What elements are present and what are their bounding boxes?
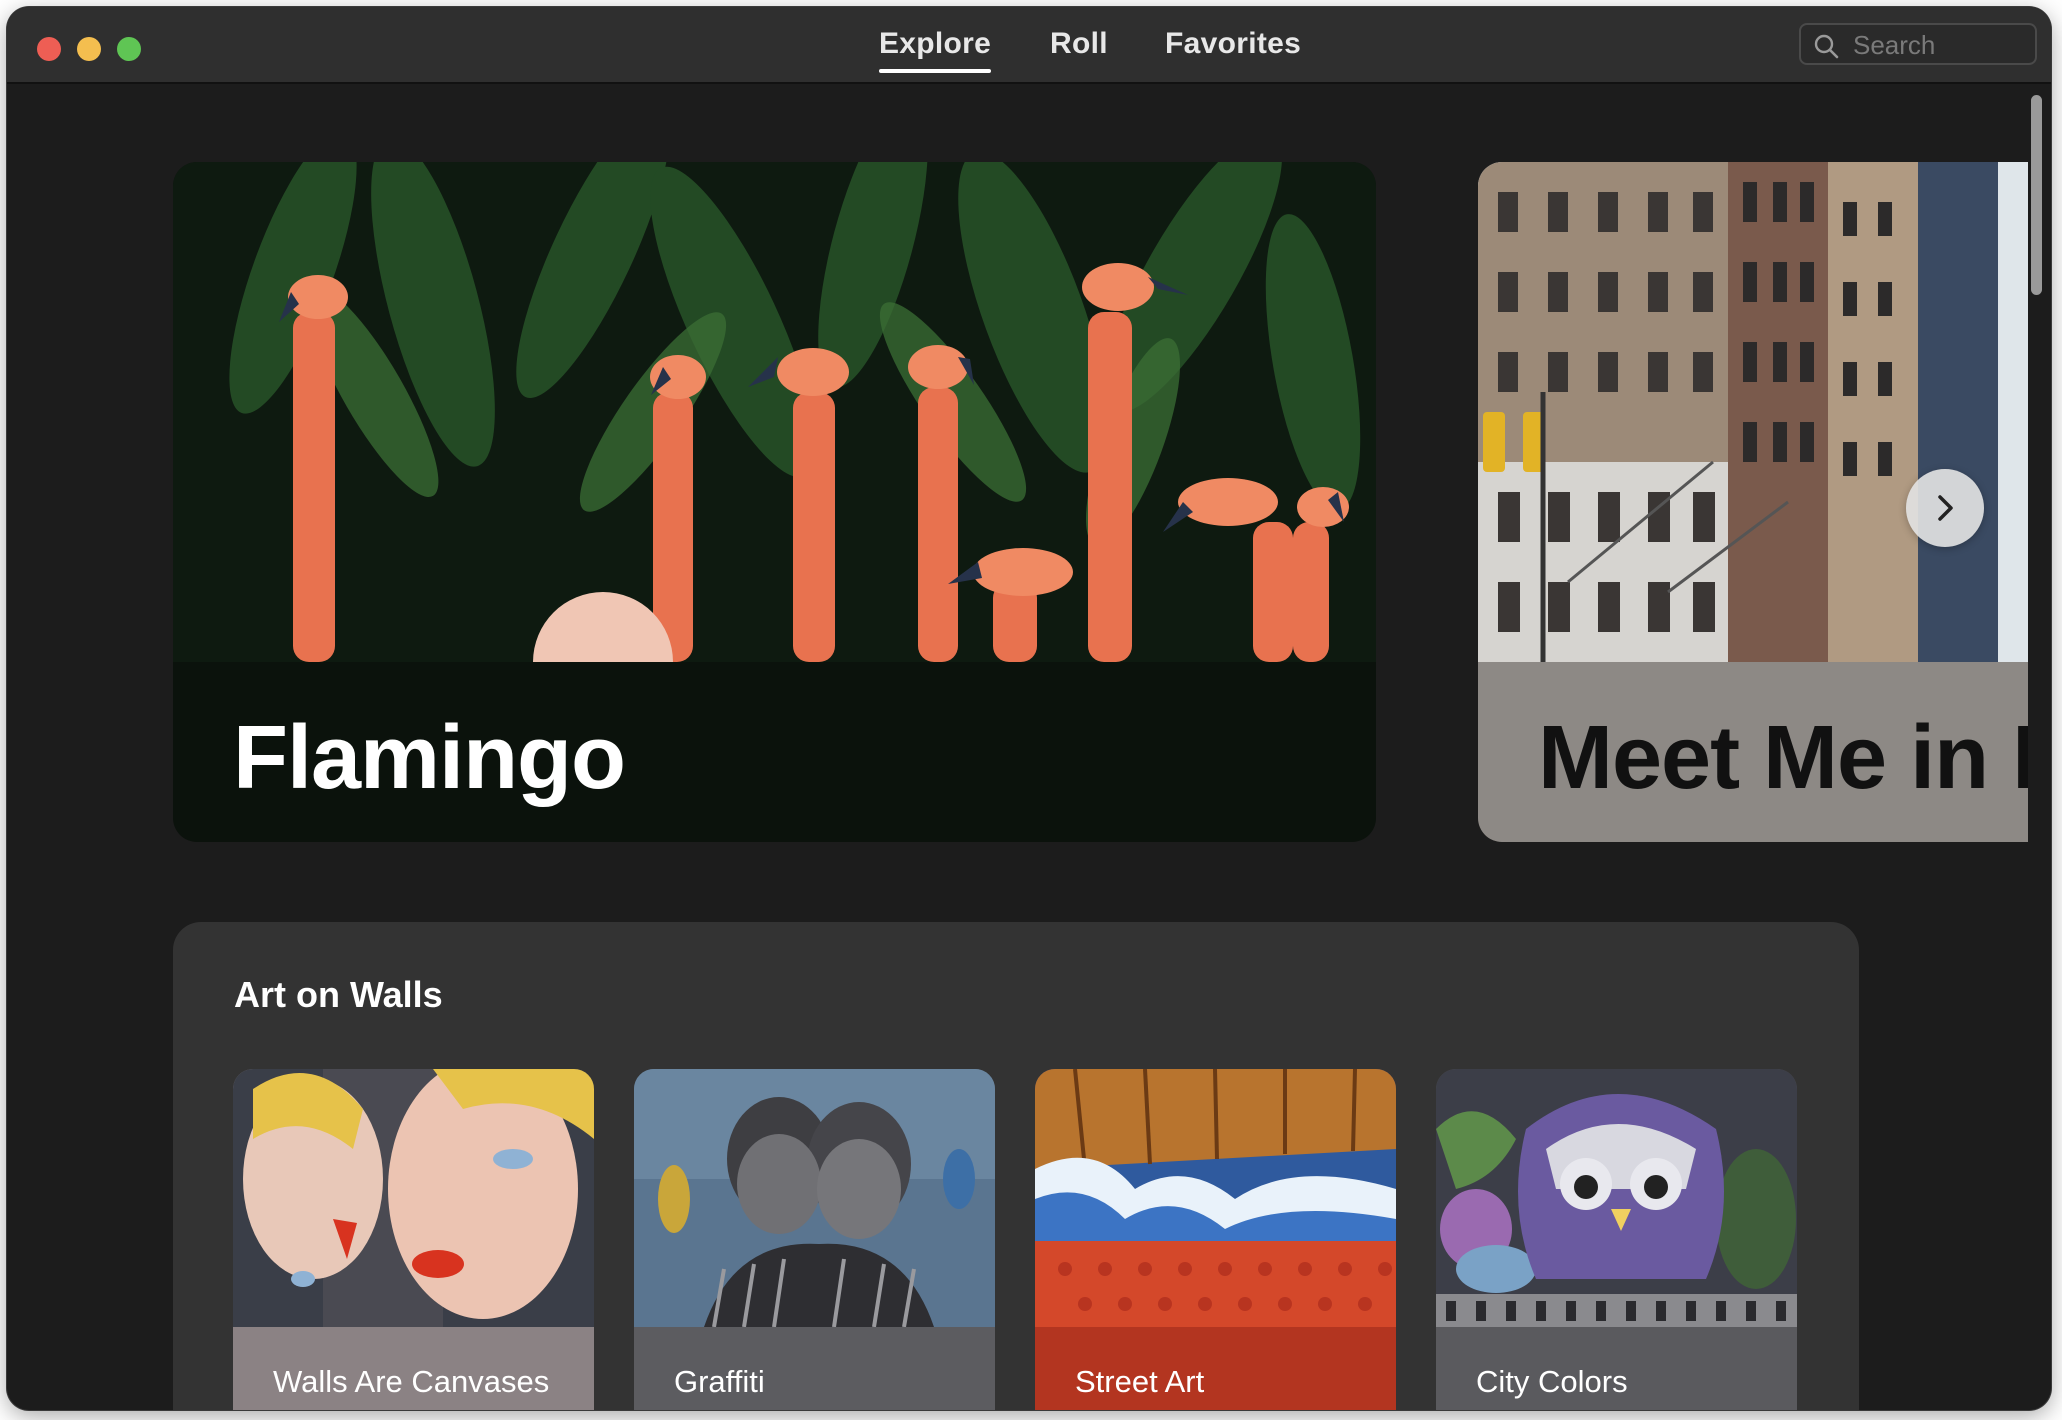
scrollbar-thumb[interactable] [2031,95,2042,295]
collection-card-graffiti[interactable]: Graffiti [634,1069,995,1410]
minimize-button[interactable] [77,37,101,61]
card-label: City Colors [1476,1364,1628,1399]
card-image [634,1069,995,1327]
search-icon [1814,34,1839,59]
next-button[interactable] [1906,469,1984,547]
app-window: Explore Roll Favorites Search Flamingo M… [7,7,2051,1410]
search-input[interactable] [1851,29,2030,61]
featured-title: Flamingo [233,708,626,808]
chevron-right-icon [1938,495,1953,521]
card-label: Walls Are Canvases [273,1364,550,1399]
card-image [233,1069,594,1327]
search-field[interactable] [1799,23,2037,65]
section-title: Art on Walls [234,974,443,1015]
collection-card-city-colors[interactable]: City Colors [1436,1069,1797,1410]
collection-card-walls-are-canvases[interactable]: Walls Are Canvases [233,1069,594,1410]
featured-card-flamingo[interactable]: Flamingo [173,162,1376,842]
title-bar: Explore Roll Favorites [7,7,2051,84]
zoom-button[interactable] [117,37,141,61]
tab-favorites[interactable]: Favorites [1165,27,1301,67]
collection-card-street-art[interactable]: Street Art [1035,1069,1396,1410]
city-photo [1478,162,2028,662]
card-label: Street Art [1075,1364,1205,1399]
vertical-scrollbar[interactable] [2027,85,2047,1410]
art-on-walls-section: Art on Walls Walls Are Canvases Graffiti… [173,922,1859,1410]
featured-title: Meet Me in N [1538,708,2028,808]
card-image [1436,1069,1797,1327]
close-button[interactable] [37,37,61,61]
flamingo-photo [173,162,1376,662]
tab-explore[interactable]: Explore [879,27,992,73]
card-label: Graffiti [674,1364,765,1399]
tab-roll[interactable]: Roll [1050,27,1108,67]
card-image [1035,1069,1396,1327]
